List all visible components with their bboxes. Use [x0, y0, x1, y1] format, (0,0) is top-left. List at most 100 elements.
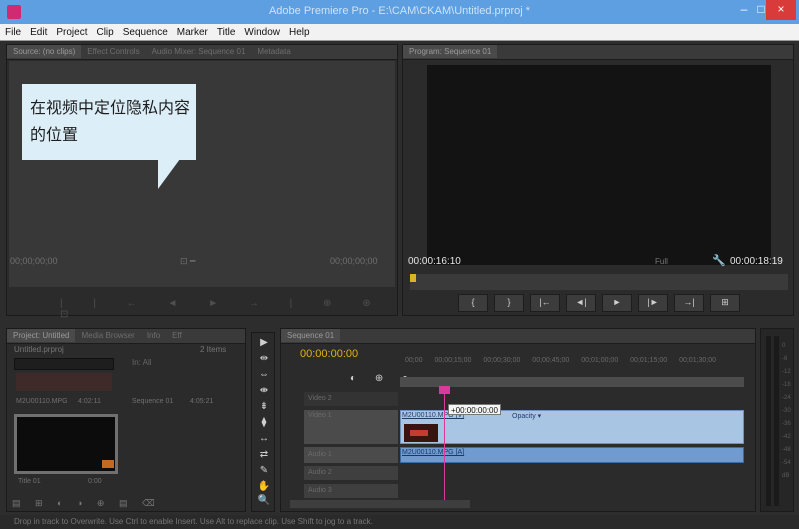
track-header-video-2[interactable]: Video 2 — [304, 392, 398, 406]
rate-stretch-tool-icon[interactable]: ⇟ — [257, 401, 271, 412]
timeline-playhead-line[interactable] — [444, 392, 445, 500]
menu-clip[interactable]: Clip — [91, 24, 117, 38]
slip-tool-icon[interactable]: ↔ — [257, 433, 271, 444]
timeline-work-area-bar[interactable] — [400, 377, 744, 387]
meter-scale-label: -48 — [782, 447, 791, 453]
project-in-filter[interactable]: In: All — [132, 358, 152, 367]
program-fit-select[interactable]: Full — [655, 257, 668, 266]
tab-source[interactable]: Source: (no clips) — [7, 45, 82, 58]
meter-scale-label: dB — [782, 473, 790, 479]
pen-tool-icon[interactable]: ✎ — [257, 465, 271, 476]
tab-info[interactable]: Info — [141, 329, 166, 342]
mark-in-button[interactable]: { — [458, 294, 488, 312]
ripple-edit-tool-icon[interactable]: ⇔ — [257, 369, 271, 380]
project-file-name: Untitled.prproj — [14, 345, 64, 354]
tab-audio-mixer[interactable]: Audio Mixer: Sequence 01 — [146, 45, 252, 58]
step-forward-button[interactable]: |► — [638, 294, 668, 312]
timeline-tabs: Sequence 01 — [281, 329, 755, 344]
tab-project[interactable]: Project: Untitled — [7, 329, 76, 342]
go-to-in-button[interactable]: |← — [530, 294, 560, 312]
window-title: Adobe Premiere Pro - E:\CAM\CKAM\Untitle… — [268, 5, 531, 17]
go-to-out-button[interactable]: →| — [674, 294, 704, 312]
timeline-playhead-handle[interactable] — [439, 386, 450, 394]
source-timecode-duration: 00;00;00;00 — [330, 256, 378, 266]
source-timecode-current[interactable]: 00;00;00;00 — [10, 256, 58, 266]
menu-title[interactable]: Title — [212, 24, 240, 38]
menu-marker[interactable]: Marker — [172, 24, 212, 38]
program-time-ruler[interactable] — [410, 274, 788, 290]
project-search-input[interactable] — [14, 358, 114, 370]
zoom-tool-icon[interactable]: 🔍 — [257, 495, 271, 506]
track-header-audio-3[interactable]: Audio 3 — [304, 484, 398, 498]
premiere-app-icon — [7, 5, 21, 19]
selection-tool-icon[interactable]: ▶ — [257, 337, 271, 348]
program-playhead[interactable] — [410, 274, 416, 282]
menu-project[interactable]: Project — [51, 24, 91, 38]
title-thumbnail-badge — [102, 460, 114, 468]
tab-program[interactable]: Program: Sequence 01 — [403, 45, 498, 58]
wrench-icon[interactable]: 🔧 — [712, 254, 726, 267]
meter-scale-label: -36 — [782, 421, 791, 427]
audio-clip-name: M2U00110.MPG [A] — [402, 449, 465, 456]
project-bottom-toolbar[interactable]: ▤ ⊞ ◐ ◑ ⊕ ▤ ⌫ — [12, 498, 242, 509]
meter-scale-label: -6 — [782, 356, 788, 362]
close-button[interactable]: × — [766, 0, 796, 20]
sequence-name[interactable]: Sequence 01 — [132, 398, 173, 405]
tab-effects[interactable]: Eff — [166, 329, 188, 342]
program-transport-controls: { } |← ◄| ► |► →| ⊞ — [458, 294, 758, 312]
menu-window[interactable]: Window — [239, 24, 284, 38]
rolling-edit-tool-icon[interactable]: ⇼ — [257, 385, 271, 396]
project-tabs: Project: Untitled Media Browser Info Eff — [7, 329, 245, 344]
track-header-audio-1[interactable]: Audio 1 — [304, 447, 398, 463]
clip-thumbnail[interactable] — [16, 373, 112, 391]
source-transport-controls[interactable]: | | ← ◄ ► → | ⊕ ⊕ ⊡ — [60, 298, 390, 320]
meter-scale-label: -24 — [782, 395, 791, 401]
program-tabs: Program: Sequence 01 — [403, 45, 793, 60]
status-bar: Drop in track to Overwrite. Use Ctrl to … — [0, 515, 799, 529]
title-duration: 0:00 — [88, 478, 102, 485]
play-button[interactable]: ► — [602, 294, 632, 312]
tools-panel: ▶ ⇹ ⇔ ⇼ ⇟ ⧫ ↔ ⇄ ✎ ✋ 🔍 — [251, 332, 275, 512]
project-items-count: 2 Items — [200, 345, 227, 354]
clip-name[interactable]: M2U00110.MPG — [16, 398, 68, 405]
meter-scale-label: -12 — [782, 369, 791, 375]
program-viewer — [427, 65, 771, 265]
menu-help[interactable]: Help — [284, 24, 314, 38]
slide-tool-icon[interactable]: ⇄ — [257, 449, 271, 460]
title-name[interactable]: Title 01 — [18, 478, 41, 485]
menu-file[interactable]: File — [0, 24, 25, 38]
track-header-video-1[interactable]: Video 1 — [304, 410, 398, 444]
timeline-ruler-labels: 00;00 00;00;15;00 00;00;30;00 00;00;45;0… — [405, 357, 717, 364]
track-select-tool-icon[interactable]: ⇹ — [257, 353, 271, 364]
razor-tool-icon[interactable]: ⧫ — [257, 417, 271, 428]
minimize-button[interactable]: – — [732, 0, 756, 20]
timeline-scrollbar[interactable] — [290, 500, 470, 508]
timecode-tooltip: +00:00:00:00 — [448, 404, 501, 415]
track-header-audio-2[interactable]: Audio 2 — [304, 466, 398, 480]
tab-media-browser[interactable]: Media Browser — [75, 329, 140, 342]
menu-edit[interactable]: Edit — [25, 24, 51, 38]
mark-out-button[interactable]: } — [494, 294, 524, 312]
program-timecode-current[interactable]: 00:00:16:10 — [408, 256, 461, 267]
audio-meter-right — [774, 336, 779, 506]
sequence-duration: 4:05:21 — [190, 398, 214, 405]
tab-metadata[interactable]: Metadata — [251, 45, 296, 58]
clip-duration: 4:02:11 — [78, 398, 101, 405]
lift-button[interactable]: ⊞ — [710, 294, 740, 312]
step-back-button[interactable]: ◄| — [566, 294, 596, 312]
sequence-timecode[interactable]: 00:00:00:00 — [300, 348, 358, 360]
video-clip-opacity-menu[interactable]: Opacity ▾ — [512, 412, 541, 420]
meter-scale-label: -42 — [782, 434, 791, 440]
tab-effect-controls[interactable]: Effect Controls — [81, 45, 145, 58]
callout-tail — [158, 159, 180, 189]
menu-sequence[interactable]: Sequence — [118, 24, 172, 38]
hand-tool-icon[interactable]: ✋ — [257, 481, 271, 492]
source-zoom-icon[interactable]: ⊡ ━ — [180, 256, 195, 267]
audio-meter-scale: 0 -6 -12 -18 -24 -30 -36 -42 -48 -54 dB — [782, 340, 792, 483]
audio-meter-left — [766, 336, 771, 506]
meter-scale-label: -54 — [782, 460, 791, 466]
video-clip-thumbnail-detail — [410, 430, 428, 436]
maximize-button[interactable]: □ — [756, 0, 766, 20]
tab-sequence-01[interactable]: Sequence 01 — [281, 329, 341, 342]
callout-text: 在视频中定位隐私内容的位置 — [30, 100, 191, 144]
